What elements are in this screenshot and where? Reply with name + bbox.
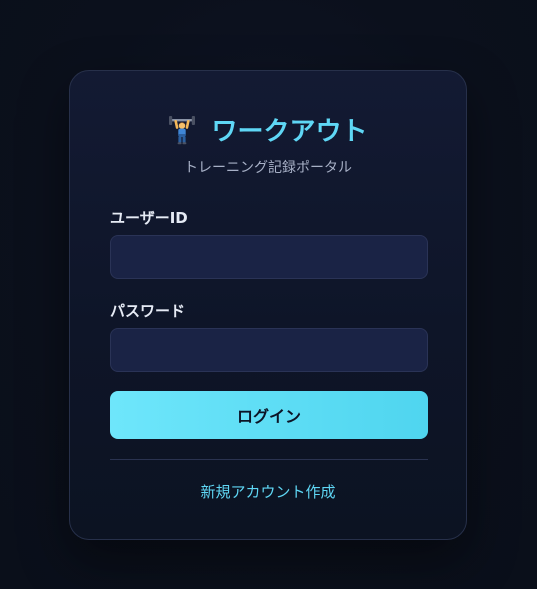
password-input[interactable] (110, 328, 428, 372)
password-label: パスワード (110, 302, 186, 320)
brand-header: ワークアウト (70, 113, 466, 149)
login-button[interactable]: ログイン (110, 391, 428, 439)
app-title: ワークアウト (211, 116, 368, 147)
weightlifter-icon (168, 115, 196, 145)
create-account-link[interactable]: 新規アカウント作成 (70, 481, 466, 502)
login-card: ワークアウト トレーニング記録ポータル ユーザーID パスワード ログイン 新規… (69, 70, 467, 540)
user-id-label: ユーザーID (110, 209, 188, 227)
user-id-input[interactable] (110, 235, 428, 279)
divider (110, 459, 428, 460)
app-subtitle: トレーニング記録ポータル (184, 160, 352, 176)
